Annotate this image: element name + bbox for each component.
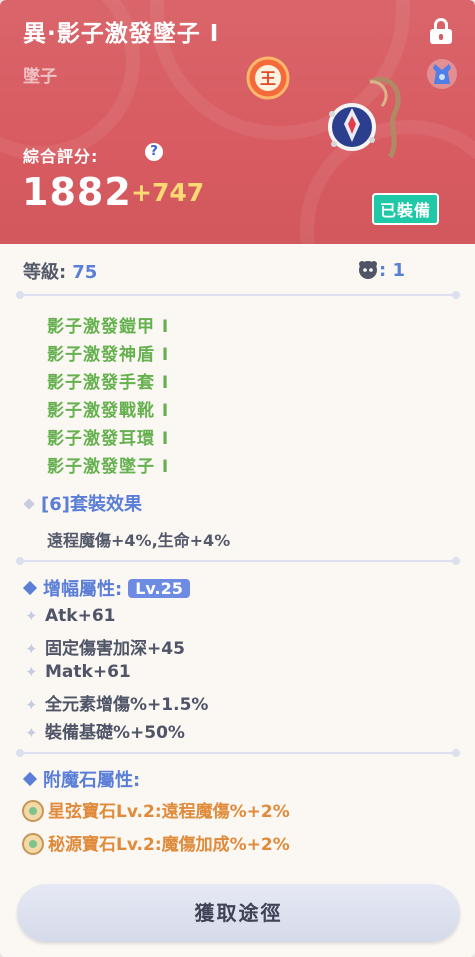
level-row: 等級: 75 — [23, 258, 97, 284]
amplify-attr: ✦ 固定傷害加深+45 — [25, 639, 185, 659]
coop-count: : 1 — [357, 258, 405, 281]
gem-row: 星弦寶石Lv.2:遠程魔傷%+2% — [22, 797, 290, 830]
enchant-gem-list: 星弦寶石Lv.2:遠程魔傷%+2% 秘源寶石Lv.2:魔傷加成%+2% — [22, 797, 290, 863]
set-item-list: 影子激發鎧甲 Ⅰ 影子激發神盾 Ⅰ 影子激發手套 Ⅰ 影子激發戰靴 Ⅰ 影子激發… — [47, 312, 169, 480]
amplify-attr: ✦ 裝備基礎%+50% — [25, 723, 185, 743]
equipped-badge: 已裝備 — [372, 193, 440, 225]
amplify-attr: ✦ Atk+61 — [25, 606, 116, 626]
diamond-icon — [22, 771, 38, 787]
enchant-title-text: 附魔石屬性: — [43, 770, 141, 791]
acquire-source-button[interactable]: 獲取途徑 — [17, 884, 460, 942]
diamond-icon — [22, 580, 38, 596]
set-effect-title-text: [6]套裝效果 — [41, 494, 142, 515]
sparkle-icon: ✦ — [25, 640, 38, 658]
set-effect-text: 遠程魔傷+4%,生命+4% — [47, 531, 231, 550]
set-item: 影子激發神盾 Ⅰ — [47, 345, 170, 365]
sparkle-icon: ✦ — [25, 607, 38, 625]
amplify-title: 增幅屬性: Lv.25 — [22, 575, 190, 601]
enchant-title: 附魔石屬性: — [22, 766, 141, 792]
help-icon[interactable]: ? — [145, 143, 163, 161]
item-type: 墜子 — [23, 67, 57, 87]
divider — [16, 291, 460, 299]
set-item: 影子激發墜子 Ⅰ — [47, 457, 170, 477]
score-label: 綜合評分: — [23, 147, 99, 166]
lock-icon[interactable] — [430, 18, 452, 44]
svg-text:王: 王 — [260, 69, 276, 88]
set-item: 影子激發戰靴 Ⅰ — [47, 401, 170, 421]
set-item: 影子激發手套 Ⅰ — [47, 373, 170, 393]
sparkle-icon: ✦ — [25, 663, 38, 681]
amplify-attr: ✦ Matk+61 — [25, 662, 131, 682]
sparkle-icon — [23, 498, 35, 510]
level-value: 75 — [72, 262, 98, 283]
item-name: 異·影子激發墜子 Ⅰ — [23, 21, 220, 47]
gem-row: 秘源寶石Lv.2:魔傷加成%+2% — [22, 830, 290, 863]
set-item: 影子激發耳環 Ⅰ — [47, 429, 170, 449]
gem-icon — [22, 833, 44, 855]
amplify-title-text: 增幅屬性: — [43, 579, 123, 600]
sparkle-icon: ✦ — [25, 696, 38, 714]
item-header: 異·影子激發墜子 Ⅰ 墜子 王 綜合評分: ? 1882 +747 已裝備 — [0, 0, 475, 244]
divider — [16, 749, 460, 757]
score-bonus: +747 — [131, 178, 205, 207]
coop-icon — [359, 261, 377, 279]
set-effect-title: [6]套裝效果 — [23, 490, 142, 516]
item-detail-card: 異·影子激發墜子 Ⅰ 墜子 王 綜合評分: ? 1882 +747 已裝備 等級… — [0, 0, 475, 957]
amplify-attr-list: ✦ Atk+61 ✦ 固定傷害加深+45 ✦ Matk+61 ✦ 全元素增傷%+1.5%… — [25, 606, 208, 746]
necklace-slot-icon — [427, 59, 457, 89]
pendant-item-image — [328, 76, 401, 159]
divider — [16, 557, 460, 565]
level-label: 等級: — [23, 262, 67, 283]
king-badge-icon: 王 — [246, 56, 290, 100]
gem-icon — [22, 800, 44, 822]
amplify-level-badge: Lv.25 — [128, 579, 190, 598]
amplify-attr: ✦ 全元素增傷%+1.5% — [25, 695, 209, 715]
set-item: 影子激發鎧甲 Ⅰ — [47, 317, 170, 337]
coop-value: : 1 — [379, 260, 405, 281]
score-value: 1882 — [22, 170, 132, 214]
sparkle-icon: ✦ — [25, 724, 38, 742]
